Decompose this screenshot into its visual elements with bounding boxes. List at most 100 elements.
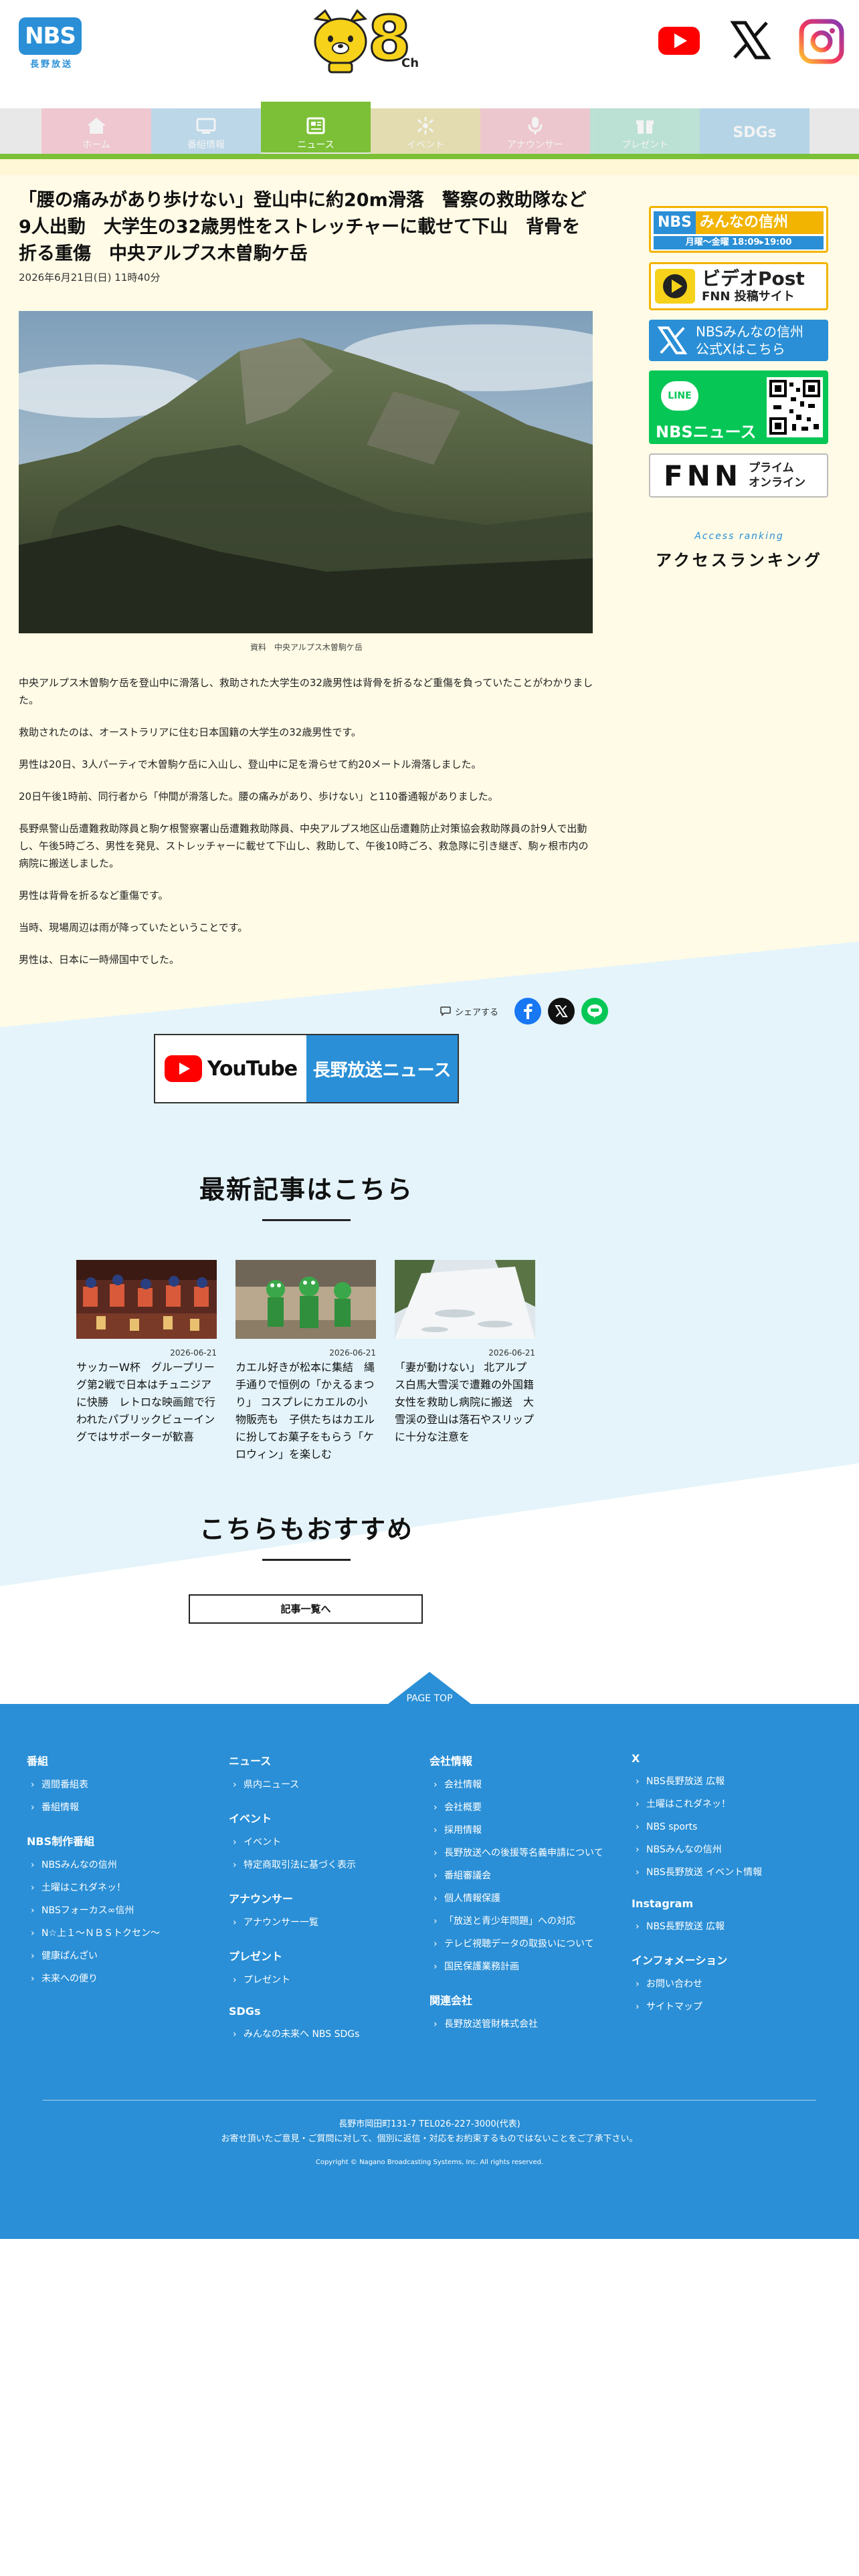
banner3-line1: NBSみんなの信州 [696,324,804,340]
card-date: 2026-06-21 [170,1348,217,1358]
site-header: NBS 長野放送 8 Ch [0,0,859,107]
footer-link[interactable]: 週間番組表 [27,1778,214,1792]
gift-icon [636,120,654,134]
article-paragraph: 20日午後1時前、同行者から「仲間が滑落した。腰の痛みがあり、歩けない」と110… [19,790,498,802]
line-icon [587,1004,603,1018]
footer-copyright: Copyright © Nagano Broadcasting Systems,… [315,2159,544,2166]
article-paragraph: 救助されたのは、オーストラリアに住む日本国籍の大学生の32歳男性です。 [19,726,361,738]
footer-link[interactable]: サイトマップ [632,2000,819,2014]
banner4-title: NBSニュース [656,423,757,441]
tab-events[interactable]: イベント [371,108,480,159]
article-list-button[interactable]: 記事一覧へ [189,1594,423,1624]
tab-home[interactable]: ホーム [41,108,151,159]
banner1-title: みんなの信州 [696,211,824,234]
channel-suffix: Ch [401,56,419,70]
tab-news[interactable]: ニュース [261,102,371,152]
tab-sdgs[interactable]: SDGs [700,108,809,159]
youtube-link[interactable] [657,19,701,62]
footer-link[interactable]: イベント [229,1835,416,1850]
youtube-channel-name: 長野放送ニュース [306,1035,458,1102]
footer-link[interactable]: 土曜はこれダネッ！ [27,1881,214,1895]
share-x-button[interactable] [548,998,575,1025]
banner-fnn-prime-online[interactable]: FNN プライム オンライン [649,453,828,498]
footer-link[interactable]: 国民保護業務計画 [430,1959,617,1974]
banner-line-news[interactable]: LINE NBSニュース [649,370,828,444]
qr-code-icon [767,377,823,437]
article-headline: 「腰の痛みがあり歩けない」登山中に約20m滑落 警察の救助隊など9人出動 大学生… [19,190,587,264]
footer-link[interactable]: アナウンサー一覧 [229,1915,416,1930]
footer-link[interactable]: 個人情報保護 [430,1891,617,1906]
footer-link[interactable]: 番組審議会 [430,1868,617,1883]
youtube-icon [658,27,700,55]
article: 「腰の痛みがあり歩けない」登山中に約20m滑落 警察の救助隊など9人出動 大学生… [19,187,594,983]
article-photo [19,311,593,633]
footer-link[interactable]: みんなの未来へ NBS SDGs [229,2027,416,2042]
title-underline [262,1559,351,1561]
instagram-icon [799,19,844,64]
footer-link[interactable]: NBS長野放送 広報 [632,1774,819,1789]
footer-link[interactable]: 「放送と青少年問題」への対応 [430,1914,617,1929]
article-paragraph: 中央アルプス木曽駒ケ岳を登山中に滑落し、救助された大学生の32歳男性は背骨を折る… [19,677,593,706]
banner-video-post[interactable]: ビデオPost FNN 投稿サイト [649,262,828,310]
footer-link[interactable]: 会社情報 [430,1778,617,1792]
page-top-label: PAGE TOP [406,1693,453,1704]
article-paragraph: 男性は背骨を折るなど重傷です。 [19,889,169,901]
nbs-logo[interactable]: NBS 長野放送 [19,17,84,70]
footer-link[interactable]: 特定商取引法に基づく表示 [229,1858,416,1872]
footer-link[interactable]: NBSみんなの信州 [632,1842,819,1857]
footer-link[interactable]: NBS長野放送 広報 [632,1919,819,1934]
stadium-crowd-image [76,1260,217,1339]
share-line-button[interactable] [581,998,609,1025]
tab-announcers-label: アナウンサー [507,140,563,150]
footer-column: X NBS長野放送 広報 土曜はこれダネッ！ NBS sports NBSみんな… [632,1752,819,2022]
banner-official-x[interactable]: NBSみんなの信州 公式Xはこちら [649,320,828,361]
footer-link[interactable]: テレビ視聴データの取扱いについて [430,1937,617,1951]
footer-link[interactable]: プレゼント [229,1973,416,1988]
youtube-brand-text: YouTube [207,1057,298,1081]
page-top-button[interactable]: PAGE TOP [388,1672,471,1704]
footer-link[interactable]: N☆上１～ＮＢＳトクセン～ [27,1926,214,1941]
frog-festival-image [235,1260,376,1339]
tab-presents[interactable]: プレゼント [590,108,700,159]
latest-title-text: 最新記事はこちら [199,1175,413,1204]
footer-link[interactable]: NBS sports [632,1820,819,1834]
footer-link[interactable]: NBS長野放送 イベント情報 [632,1865,819,1880]
instagram-link[interactable] [799,19,844,64]
footer-link[interactable]: 会社概要 [430,1800,617,1815]
footer-link[interactable]: 土曜はこれダネッ！ [632,1797,819,1812]
footer-link[interactable]: 健康ぱんざい [27,1949,214,1963]
footer-link[interactable]: 県内ニュース [229,1778,416,1792]
x-link[interactable] [729,19,772,62]
share-facebook-button[interactable] [514,998,542,1025]
footer-column: ニュース 県内ニュース イベント イベント 特定商取引法に基づく表示 アナウンサ… [229,1752,416,2050]
nbs-logo-subtitle: 長野放送 [29,60,73,70]
footer-link[interactable]: 番組情報 [27,1800,214,1815]
footer-link[interactable]: NBSフォーカス∞信州 [27,1903,214,1918]
article-date: 2026年6月21日(日) 11時40分 [19,272,161,284]
8ch-mascot-logo[interactable]: 8 Ch [312,4,420,74]
microphone-icon [528,117,543,134]
card-date: 2026-06-21 [329,1348,376,1358]
footer-heading: ニュース [229,1755,272,1767]
banner1-brand: NBS [654,211,696,234]
banner-minna-no-shinshu[interactable]: NBS みんなの信州 月曜～金曜 18:09▸19:00 [649,206,828,253]
footer-link[interactable]: 未来への便り [27,1971,214,1986]
tab-announcers[interactable]: アナウンサー [480,108,590,159]
footer-link[interactable]: 長野放送管財株式会社 [430,2017,617,2032]
article-thumbnail [76,1260,217,1339]
youtube-icon [164,1055,202,1082]
latest-article-card[interactable]: 2026-06-21 「妻が動けない」 北アルプス白馬大雪渓で遭難の外国籍女性を… [395,1260,535,1463]
footer-heading: インフォメーション [632,1954,728,1967]
footer-heading: X [632,1752,640,1765]
footer-link[interactable]: 長野放送への後援等名義申請について [430,1846,617,1860]
footer-link[interactable]: 採用情報 [430,1823,617,1838]
share-label: シェアする [440,1005,498,1018]
footer-link[interactable]: お問い合わせ [632,1977,819,1992]
tab-programs[interactable]: 番組情報 [151,108,261,159]
youtube-channel-banner[interactable]: YouTube 長野放送ニュース [154,1034,459,1103]
latest-article-card[interactable]: 2026-06-21 サッカーW杯 グループリーグ第2戦で日本はチュニジアに快勝… [76,1260,217,1463]
footer-link[interactable]: NBSみんなの信州 [27,1858,214,1872]
article-paragraph: 男性は20日、3人パーティで木曽駒ケ岳に入山し、登山中に足を滑らせて約20メート… [19,758,482,770]
card-title: サッカーW杯 グループリーグ第2戦で日本はチュニジアに快勝 レトロな映画館で行わ… [76,1361,216,1443]
latest-article-card[interactable]: 2026-06-21 カエル好きが松本に集結 縄手通りで恒例の「かえるまつり」 … [235,1260,376,1463]
